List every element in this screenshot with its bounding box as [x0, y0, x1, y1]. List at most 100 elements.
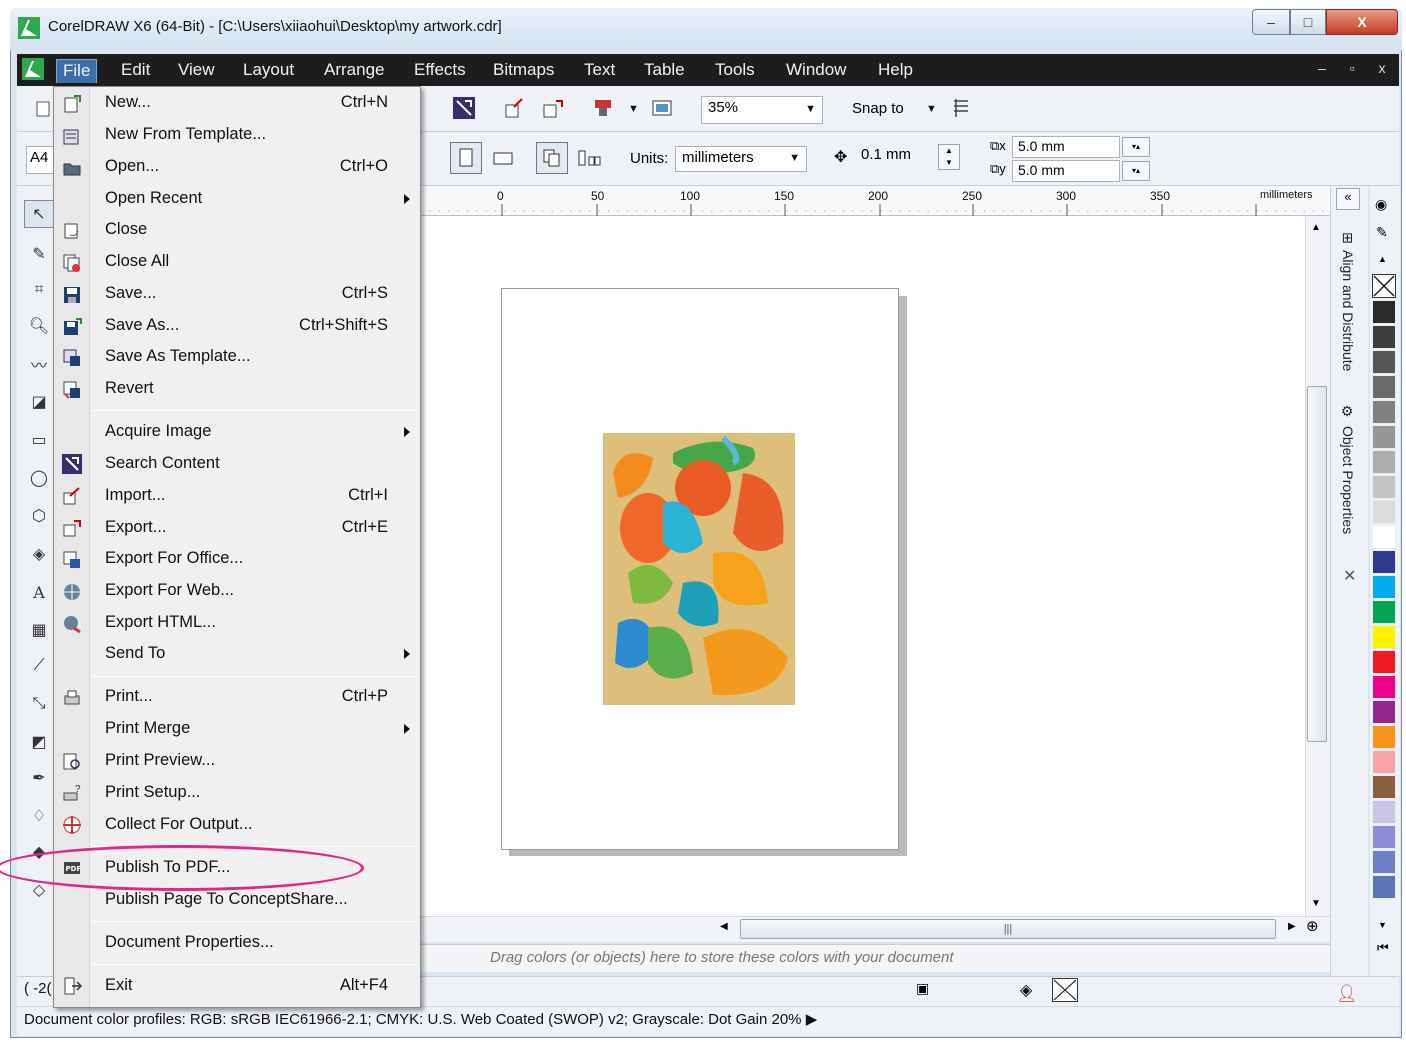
all-pages-icon[interactable]	[536, 142, 568, 174]
color-swatch[interactable]	[1372, 875, 1396, 899]
vertical-scroll-thumb[interactable]	[1307, 386, 1327, 742]
color-swatch[interactable]	[1372, 750, 1396, 774]
zoom-dropdown-arrow-icon[interactable]: ▼	[805, 103, 816, 115]
document-color-profiles[interactable]: Document color profiles: RGB: sRGB IEC61…	[24, 1010, 817, 1028]
menu-item-open[interactable]: Open... Ctrl+O	[90, 153, 420, 183]
pick-tool-icon[interactable]: ↖	[24, 200, 54, 228]
menu-item-send-to[interactable]: Send To	[90, 640, 420, 670]
menu-view[interactable]: View	[172, 59, 221, 83]
menu-item-save[interactable]: Save... Ctrl+S	[90, 280, 420, 310]
palette-end-icon[interactable]: ⏮	[1377, 940, 1389, 956]
search-content-icon[interactable]	[451, 96, 477, 120]
units-dropdown-arrow-icon[interactable]: ▼	[789, 152, 800, 164]
color-swatch[interactable]	[1372, 850, 1396, 874]
nudge-spin-button[interactable]: ▲ ▼	[938, 144, 960, 170]
color-swatch[interactable]	[1372, 475, 1396, 499]
menu-edit[interactable]: Edit	[115, 59, 156, 83]
scroll-right-arrow-icon[interactable]: ▶	[1288, 921, 1296, 932]
palette-scroll-up-icon[interactable]: ▲	[1378, 254, 1387, 264]
menu-bitmaps[interactable]: Bitmaps	[487, 59, 560, 83]
menu-item-new[interactable]: New... Ctrl+N	[90, 89, 420, 119]
scroll-left-arrow-icon[interactable]: ◀	[720, 921, 728, 932]
document-logo-icon[interactable]	[22, 58, 44, 80]
eyedropper-tool-icon[interactable]: ✒	[24, 764, 54, 792]
menu-item-export[interactable]: Export... Ctrl+E	[90, 514, 420, 544]
menu-item-publish-to-conceptshare[interactable]: Publish Page To ConceptShare...	[90, 886, 420, 916]
color-swatch[interactable]	[1372, 625, 1396, 649]
dimension-tool-icon[interactable]: ⟋	[24, 652, 54, 680]
no-color-swatch[interactable]	[1372, 274, 1396, 298]
smart-fill-tool-icon[interactable]: ◪	[24, 388, 54, 416]
color-swatch[interactable]	[1372, 725, 1396, 749]
menu-item-close-all[interactable]: Close All	[90, 248, 420, 278]
menu-file[interactable]: File	[56, 59, 98, 83]
menu-text[interactable]: Text	[578, 59, 621, 83]
color-swatch[interactable]	[1372, 500, 1396, 524]
menu-item-exit[interactable]: Exit Alt+F4	[90, 972, 420, 1002]
application-launcher-icon[interactable]	[590, 96, 616, 120]
current-page-icon[interactable]	[576, 146, 602, 170]
scroll-down-arrow-icon[interactable]: ▼	[1311, 898, 1321, 909]
color-swatch[interactable]	[1372, 375, 1396, 399]
duplicate-y-spin-button[interactable]: ▾▴	[1122, 161, 1150, 181]
outline-pen-tool-icon[interactable]: ♢	[24, 802, 54, 830]
import-icon[interactable]	[502, 96, 528, 120]
docker-tab-align-distribute[interactable]: ⊞ Align and Distribute	[1334, 232, 1362, 392]
basic-shapes-tool-icon[interactable]: ◈	[24, 540, 54, 568]
docker-collapse-icon[interactable]: «	[1336, 188, 1360, 210]
artwork-image[interactable]	[603, 433, 795, 705]
portrait-orientation-icon[interactable]	[450, 142, 482, 174]
polygon-tool-icon[interactable]: ⬡	[24, 502, 54, 530]
menu-item-print[interactable]: Print... Ctrl+P	[90, 683, 420, 713]
fill-none-swatch[interactable]	[1052, 978, 1078, 1002]
color-swatch[interactable]	[1372, 575, 1396, 599]
color-profiles-arrow-icon[interactable]: ▶	[806, 1011, 818, 1028]
menu-item-save-as[interactable]: Save As... Ctrl+Shift+S	[90, 312, 420, 342]
menu-table[interactable]: Table	[638, 59, 691, 83]
snap-to-button[interactable]: Snap to	[852, 100, 904, 117]
text-tool-icon[interactable]: A	[24, 578, 54, 606]
palette-flyout-icon[interactable]: ◉	[1375, 196, 1387, 213]
color-swatch[interactable]	[1372, 525, 1396, 549]
menu-item-export-for-office[interactable]: Export For Office...	[90, 545, 420, 575]
minimize-button[interactable]: –	[1252, 9, 1290, 35]
menu-tools[interactable]: Tools	[709, 59, 761, 83]
scroll-up-arrow-icon[interactable]: ▲	[1311, 222, 1321, 233]
color-swatch[interactable]	[1372, 775, 1396, 799]
user-profile-icon[interactable]: 👤︎	[1336, 984, 1358, 1004]
menu-item-close[interactable]: Close	[90, 216, 420, 246]
menu-item-acquire-image[interactable]: Acquire Image	[90, 418, 420, 448]
menu-item-revert[interactable]: Revert	[90, 375, 420, 405]
table-tool-icon[interactable]: ▦	[24, 616, 54, 644]
launcher-dropdown-arrow-icon[interactable]: ▼	[628, 103, 639, 115]
page-size-select[interactable]: A4	[26, 146, 56, 174]
color-swatch[interactable]	[1372, 800, 1396, 824]
connector-tool-icon[interactable]: ⤡	[24, 690, 54, 718]
menu-item-open-recent[interactable]: Open Recent	[90, 185, 420, 215]
interactive-blend-tool-icon[interactable]: ◩	[24, 728, 54, 756]
color-swatch[interactable]	[1372, 600, 1396, 624]
menu-item-collect-for-output[interactable]: Collect For Output...	[90, 811, 420, 841]
crop-tool-icon[interactable]: ⌗	[24, 276, 54, 304]
menu-effects[interactable]: Effects	[408, 59, 472, 83]
menu-item-print-merge[interactable]: Print Merge	[90, 715, 420, 745]
options-icon[interactable]	[948, 96, 974, 120]
docker-close-icon[interactable]: ✕	[1343, 566, 1356, 586]
horizontal-scroll-thumb[interactable]: |||	[740, 919, 1276, 939]
duplicate-x-spin-button[interactable]: ▾▴	[1122, 137, 1150, 157]
zoom-navigator-icon[interactable]: ⊕	[1306, 917, 1319, 935]
menu-item-document-properties[interactable]: Document Properties...	[90, 929, 420, 959]
duplicate-distance-x-field[interactable]: 5.0 mm	[1012, 136, 1120, 158]
landscape-orientation-icon[interactable]	[490, 146, 516, 170]
menu-item-export-for-web[interactable]: Export For Web...	[90, 577, 420, 607]
menu-item-print-setup[interactable]: Print Setup...	[90, 779, 420, 809]
export-icon[interactable]	[540, 96, 566, 120]
color-swatch[interactable]	[1372, 550, 1396, 574]
freehand-tool-icon[interactable]: 〰	[24, 350, 54, 378]
color-swatch[interactable]	[1372, 700, 1396, 724]
color-swatch[interactable]	[1372, 425, 1396, 449]
menu-item-search-content[interactable]: Search Content	[90, 450, 420, 480]
docker-tab-object-properties[interactable]: ⚙ Object Properties	[1334, 404, 1362, 564]
color-swatch[interactable]	[1372, 325, 1396, 349]
snap-to-dropdown-arrow-icon[interactable]: ▼	[926, 103, 937, 115]
